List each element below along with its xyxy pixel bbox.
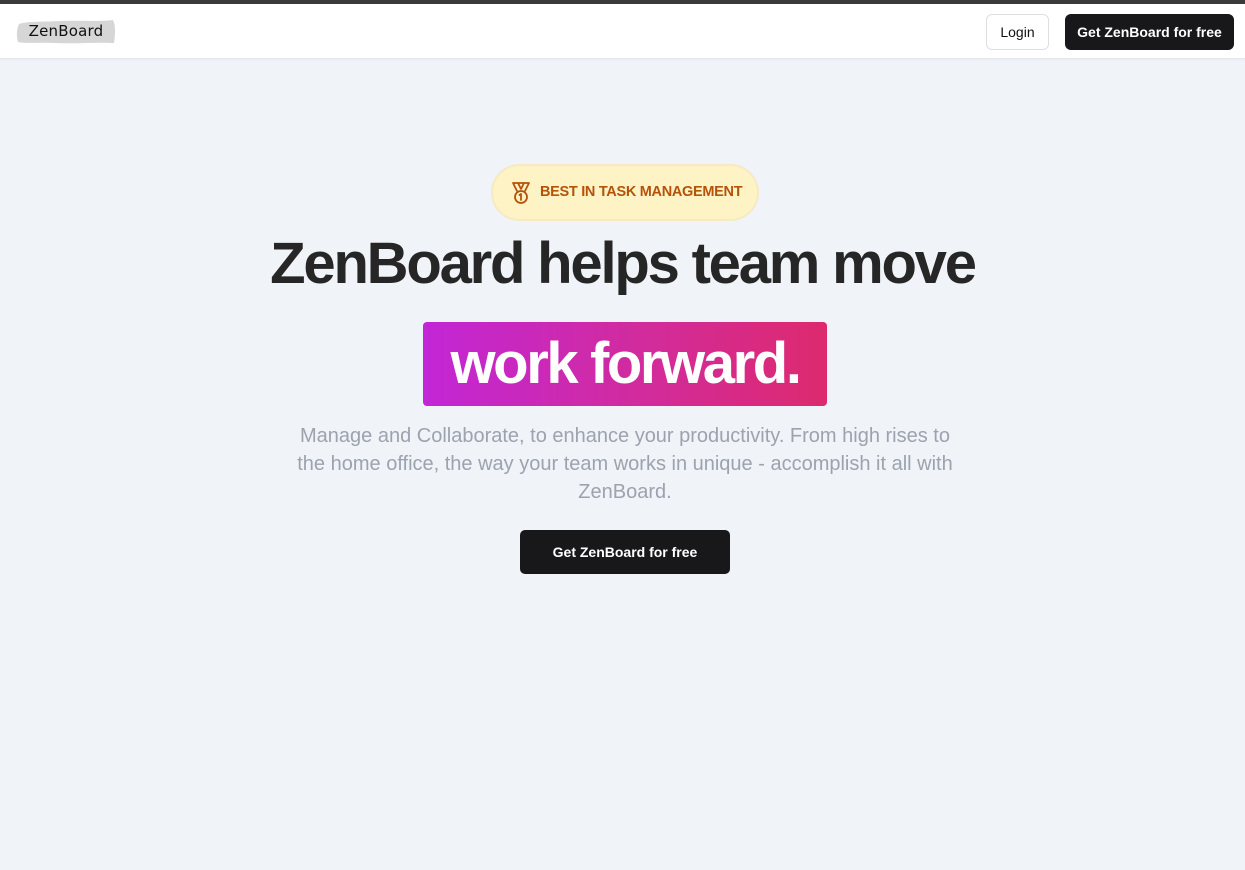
award-badge: BEST IN TASK MANAGEMENT: [491, 164, 759, 221]
hero-subtext: Manage and Collaborate, to enhance your …: [297, 425, 953, 503]
hero-highlight: work forward.: [423, 322, 827, 406]
medal-icon: [510, 181, 532, 210]
badge-text: BEST IN TASK MANAGEMENT: [540, 184, 743, 200]
navbar: ZenBoard Login Get ZenBoard for free: [0, 4, 1245, 59]
logo[interactable]: ZenBoard: [16, 18, 116, 45]
get-started-nav-button[interactable]: Get ZenBoard for free: [1065, 14, 1234, 50]
logo-text: ZenBoard: [28, 22, 104, 40]
login-button[interactable]: Login: [986, 14, 1049, 50]
hero-headline: ZenBoard helps team move: [270, 231, 977, 296]
get-started-hero-button[interactable]: Get ZenBoard for free: [520, 530, 730, 574]
